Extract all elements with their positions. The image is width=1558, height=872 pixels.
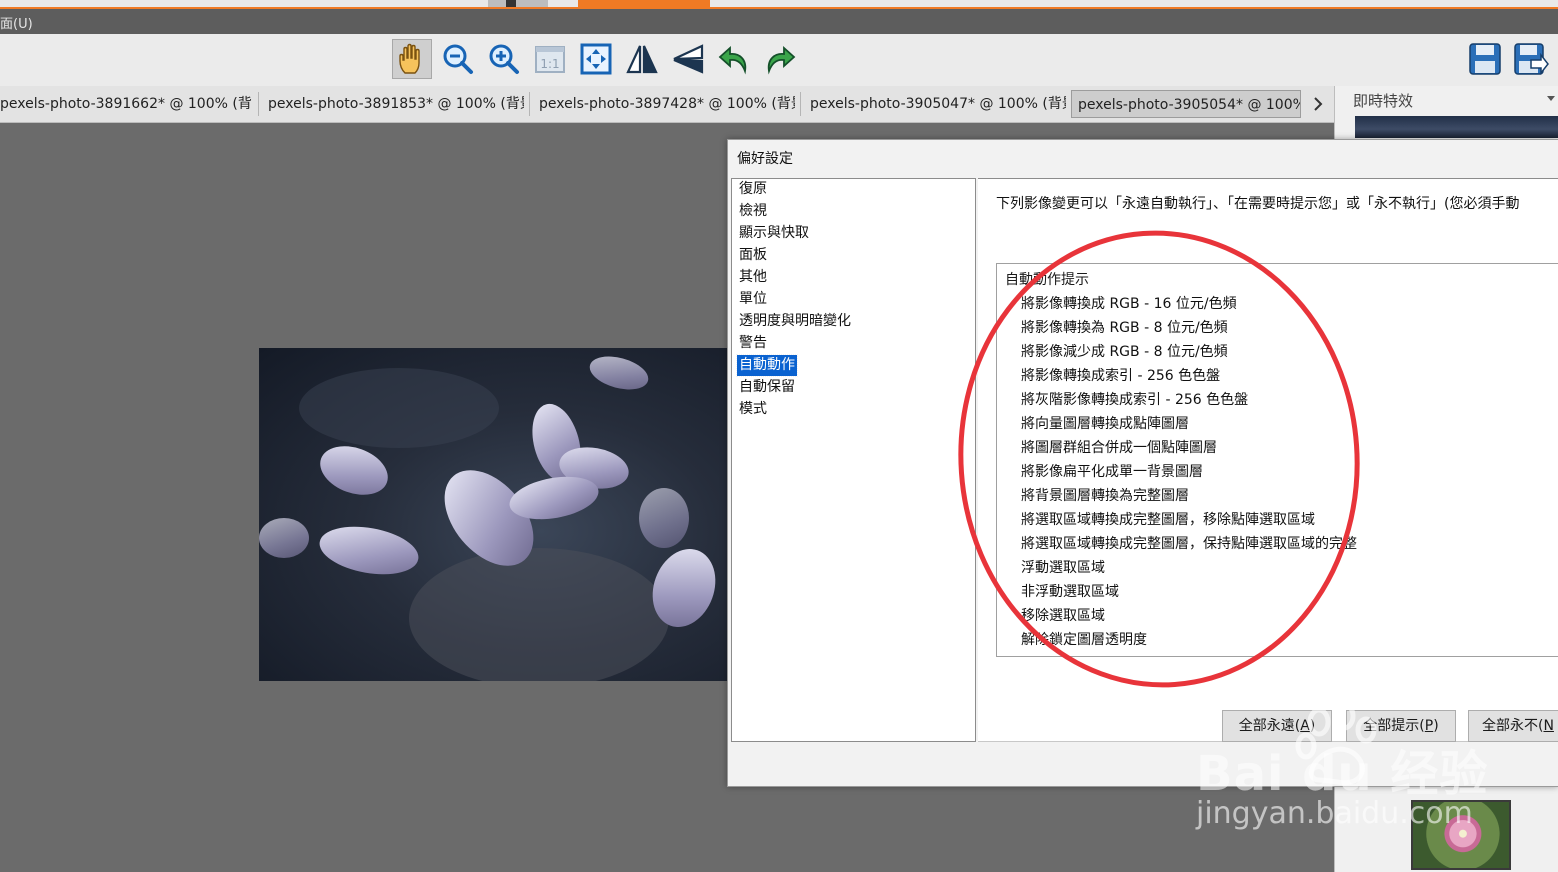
document-tab[interactable]: pexels-photo-3897428* @ 100% (背景) — [539, 90, 795, 118]
chevron-down-icon[interactable] — [1547, 96, 1555, 101]
canvas-image — [259, 348, 728, 681]
document-tab[interactable]: pexels-photo-3905047* @ 100% (背景) — [810, 90, 1066, 118]
active-app-tab[interactable] — [578, 0, 710, 9]
button-label: 全部永遠( — [1238, 718, 1301, 734]
pane-description: 下列影像變更可以「永遠自動執行」、「在需要時提示您」或「永不執行」(您必須手動 — [996, 196, 1520, 212]
category-item[interactable]: 復原 — [737, 179, 769, 200]
zoom-out-button[interactable] — [438, 39, 478, 79]
all-never-button[interactable]: 全部永不(N — [1468, 710, 1558, 742]
save-as-icon — [1514, 43, 1549, 76]
actual-size-button[interactable]: 1:1 — [530, 39, 570, 79]
undo-icon — [718, 45, 747, 75]
list-item[interactable]: 將圖層群組合併成一個點陣圖層 — [1021, 437, 1217, 457]
list-item[interactable]: 將灰階影像轉換成索引 - 256 色色盤 — [1021, 389, 1248, 409]
list-item[interactable]: 將選取區域轉換成完整圖層，移除點陣選取區域 — [1021, 509, 1315, 529]
save-as-button[interactable] — [1511, 39, 1551, 79]
menu-bar: 面(U) — [0, 9, 1558, 34]
button-shortcut: A — [1300, 718, 1310, 734]
tab-divider — [529, 92, 530, 116]
save-icon — [1469, 43, 1501, 75]
list-item[interactable]: 非浮動選取區域 — [1021, 581, 1119, 601]
category-item[interactable]: 檢視 — [737, 201, 769, 222]
list-item[interactable]: 移除選取區域 — [1021, 605, 1105, 625]
list-item[interactable]: 將背景圖層轉換為完整圖層 — [1021, 485, 1189, 505]
category-item-selected[interactable]: 自動動作 — [736, 354, 798, 377]
chevron-right-icon — [1314, 97, 1323, 111]
menu-item-window[interactable]: 面(U) — [0, 13, 33, 32]
document-tab-bar: pexels-photo-3891662* @ 100% (背景) pexels… — [0, 86, 1334, 123]
tab-divider — [258, 92, 259, 116]
category-item[interactable]: 面板 — [737, 245, 769, 266]
category-item[interactable]: 顯示與快取 — [737, 223, 811, 244]
effect-thumbnail[interactable] — [1355, 116, 1558, 138]
actual-size-icon: 1:1 — [535, 46, 565, 73]
document-tab-active[interactable]: pexels-photo-3905054* @ 100%... — [1071, 90, 1301, 118]
hand-icon — [399, 43, 420, 74]
list-item[interactable]: 將影像轉換為 RGB - 8 位元/色頻 — [1021, 317, 1228, 337]
all-prompt-button[interactable]: 全部提示(P) — [1346, 710, 1456, 742]
settings-pane: 下列影像變更可以「永遠自動執行」、「在需要時提示您」或「永不執行」(您必須手動 … — [978, 178, 1558, 742]
category-item[interactable]: 自動保留 — [737, 377, 797, 398]
toolbar: 1:1 — [0, 34, 1558, 87]
list-item[interactable]: 將影像扁平化成單一背景圖層 — [1021, 461, 1203, 481]
button-shortcut: N — [1543, 718, 1554, 734]
button-label: 全部永不( — [1482, 718, 1544, 734]
category-list: 復原 檢視 顯示與快取 面板 其他 單位 透明度與明暗變化 警告 自動動作 自動… — [731, 178, 976, 742]
strip-segment — [488, 0, 548, 7]
redo-icon — [767, 45, 796, 75]
redo-button[interactable] — [760, 39, 800, 79]
flip-vertical-button[interactable] — [668, 39, 708, 79]
list-item[interactable]: 將影像轉換成 RGB - 16 位元/色頻 — [1021, 293, 1237, 313]
list-item[interactable]: 將向量圖層轉換成點陣圖層 — [1021, 413, 1189, 433]
list-item[interactable]: 將選取區域轉換成完整圖層，保持點陣選取區域的完整 — [1021, 533, 1357, 553]
fit-window-button[interactable] — [576, 39, 616, 79]
all-always-button[interactable]: 全部永遠(A) — [1222, 710, 1332, 742]
category-item[interactable]: 警告 — [737, 333, 769, 354]
document-tab[interactable]: pexels-photo-3891853* @ 100% (背景) — [268, 90, 524, 118]
button-label: ) — [1433, 718, 1439, 734]
category-item[interactable]: 其他 — [737, 267, 769, 288]
dialog-title: 偏好設定 — [737, 151, 793, 167]
flip-horizontal-button[interactable] — [622, 39, 662, 79]
flip-horizontal-icon — [626, 45, 658, 74]
list-item[interactable]: 將影像減少成 RGB - 8 位元/色頻 — [1021, 341, 1228, 361]
svg-text:1:1: 1:1 — [540, 57, 559, 71]
preferences-dialog: 偏好設定 復原 檢視 顯示與快取 面板 其他 單位 透明度與明暗變化 警告 自動… — [727, 139, 1558, 787]
list-item[interactable]: 浮動選取區域 — [1021, 557, 1105, 577]
effect-thumbnail[interactable] — [1411, 800, 1511, 870]
list-item[interactable]: 將影像轉換成索引 - 256 色色盤 — [1021, 365, 1220, 385]
save-button[interactable] — [1465, 39, 1505, 79]
category-item[interactable]: 模式 — [737, 399, 769, 420]
auto-action-list: 自動動作提示 將影像轉換成 RGB - 16 位元/色頻 將影像轉換為 RGB … — [996, 263, 1558, 657]
zoom-out-icon — [443, 44, 473, 74]
tab-scroll-right-button[interactable] — [1305, 90, 1331, 118]
button-label: 全部提示( — [1363, 718, 1425, 734]
undo-button[interactable] — [714, 39, 754, 79]
tab-divider — [800, 92, 801, 116]
category-item[interactable]: 透明度與明暗變化 — [737, 311, 853, 332]
zoom-in-button[interactable] — [484, 39, 524, 79]
zoom-in-icon — [489, 44, 519, 74]
list-header: 自動動作提示 — [1005, 272, 1089, 288]
button-label: ) — [1309, 718, 1316, 734]
category-item[interactable]: 單位 — [737, 289, 769, 310]
button-shortcut: P — [1424, 718, 1434, 734]
title-strip — [0, 0, 1558, 9]
panel-title: 即時特效 — [1353, 92, 1414, 110]
flip-vertical-icon — [673, 44, 704, 74]
fit-window-icon — [580, 43, 612, 75]
list-item[interactable]: 解除鎖定圖層透明度 — [1021, 629, 1147, 649]
document-tab[interactable]: pexels-photo-3891662* @ 100% (背景) — [0, 90, 252, 118]
hand-tool-button[interactable] — [392, 39, 432, 79]
